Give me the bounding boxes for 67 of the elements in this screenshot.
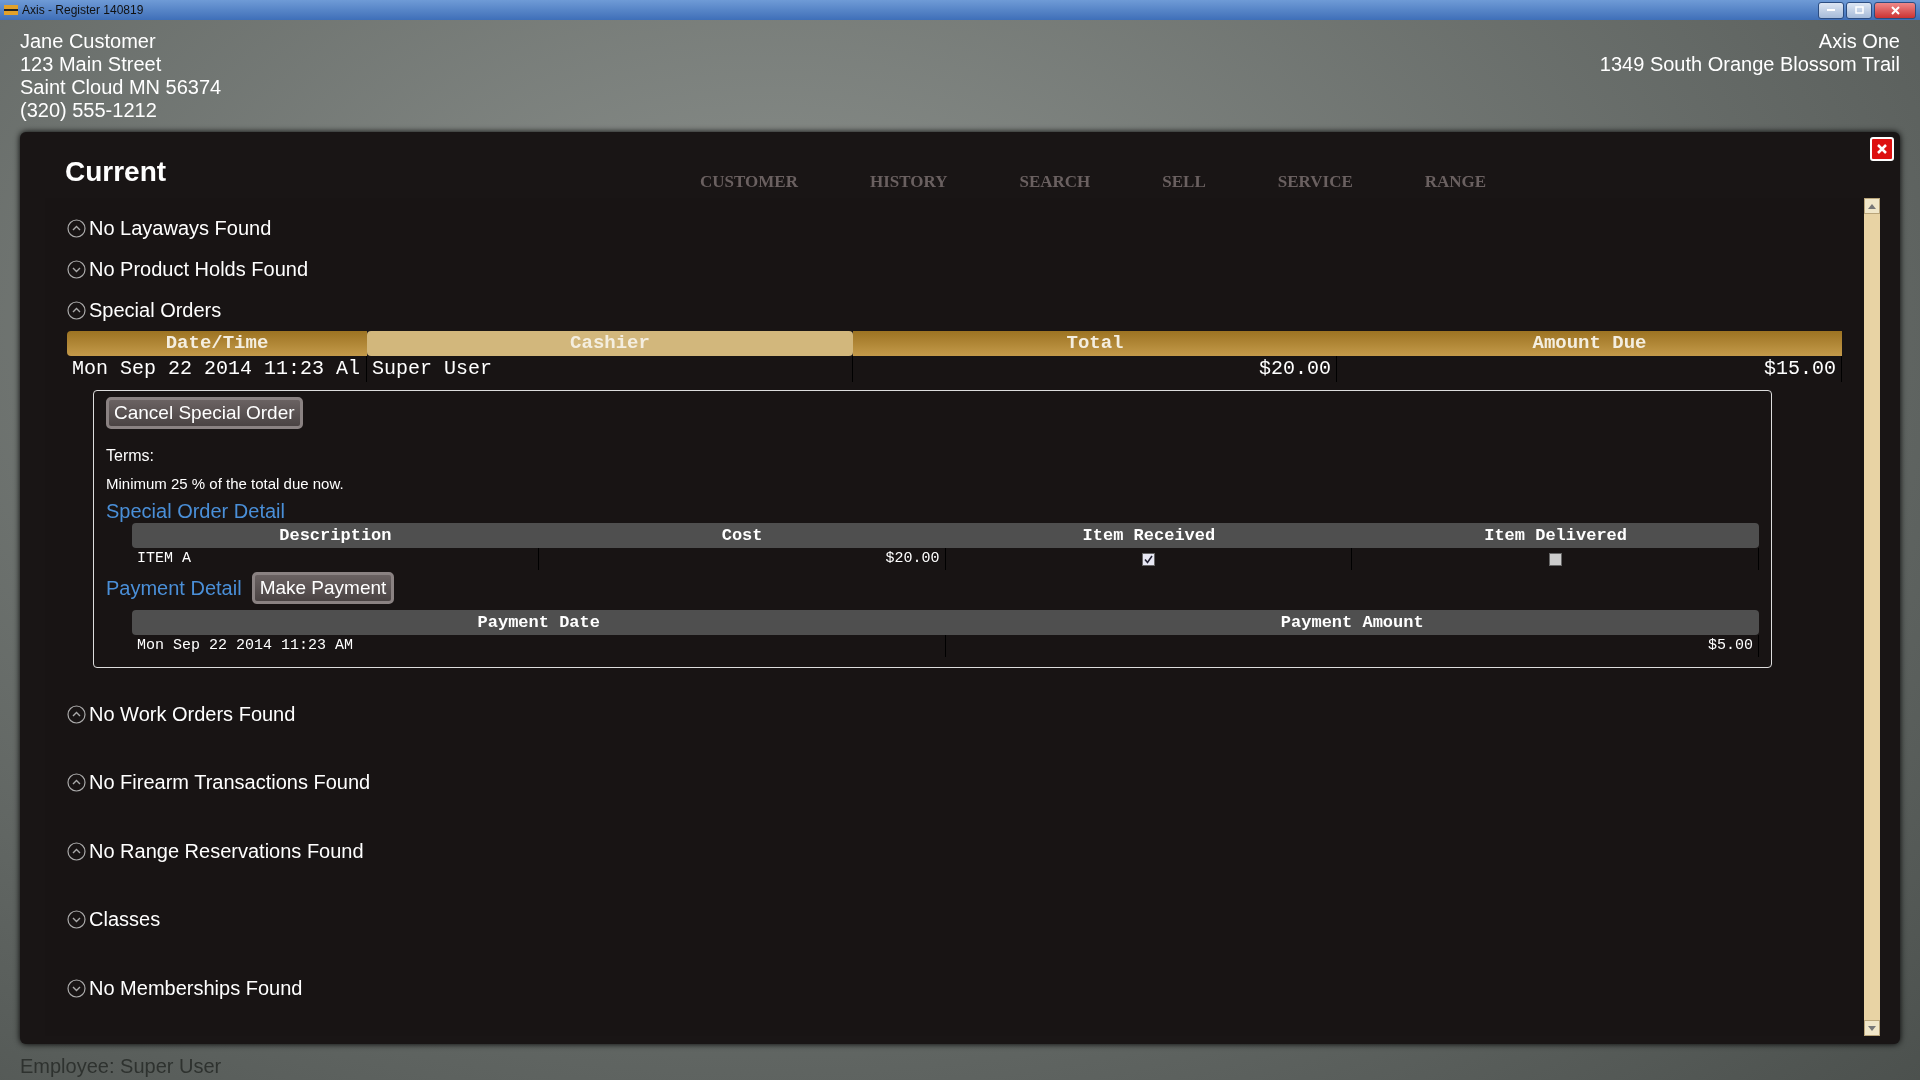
- section-heading: Payment Detail: [106, 576, 242, 600]
- chevron-down-icon[interactable]: [67, 260, 86, 280]
- table-cell: $5.00: [945, 635, 1759, 658]
- section-title: No Range Reservations Found: [89, 839, 364, 863]
- maximize-button[interactable]: [1846, 1, 1872, 19]
- checkbox[interactable]: [1141, 552, 1155, 566]
- close-icon: [1876, 143, 1888, 155]
- column-header[interactable]: Amount Due: [1337, 331, 1842, 357]
- chevron-down-icon[interactable]: [67, 910, 86, 930]
- column-header[interactable]: Date/Time: [67, 331, 367, 357]
- tab-label: HISTORY: [869, 172, 948, 192]
- close-button[interactable]: [1874, 1, 1916, 19]
- customer-detail: (320) 555-1212: [20, 99, 157, 122]
- table-cell: Mon Sep 22 2014 11:23 Al: [67, 356, 367, 383]
- scroll-down-icon[interactable]: [1864, 1020, 1880, 1036]
- customer-name: Jane Customer: [20, 30, 156, 53]
- section-title: No Product Holds Found: [89, 258, 308, 282]
- tab-label: SELL: [1162, 172, 1206, 192]
- maximize-icon: [1854, 6, 1864, 14]
- column-header: Payment Amount: [945, 610, 1759, 636]
- cancel-special-order-button[interactable]: Cancel Special Order: [106, 397, 303, 430]
- minimize-button[interactable]: [1818, 1, 1844, 19]
- section-heading: Special Order Detail: [106, 500, 286, 524]
- window-title: Axis - Register 140819: [22, 3, 144, 17]
- section-title: No Firearm Transactions Found: [89, 771, 371, 795]
- tab-label: SERVICE: [1277, 172, 1353, 192]
- chevron-up-icon[interactable]: [67, 704, 86, 724]
- table-cell: $20.00: [853, 356, 1337, 383]
- section-title: No Memberships Found: [89, 976, 303, 1000]
- chevron-up-icon[interactable]: [67, 219, 86, 239]
- customer-detail: Saint Cloud MN 56374: [20, 76, 222, 99]
- close-icon: [1890, 5, 1900, 15]
- column-header: Item Delivered: [1352, 523, 1759, 549]
- chevron-up-icon[interactable]: [67, 301, 86, 321]
- dialog-title: Current: [65, 158, 167, 186]
- column-header: Payment Date: [132, 610, 946, 636]
- column-header: Description: [132, 523, 539, 549]
- tab-label: RANGE: [1424, 172, 1487, 192]
- tab-label: SEARCH: [1019, 172, 1091, 192]
- table-cell: Super User: [367, 356, 853, 383]
- chevron-up-icon[interactable]: [67, 773, 86, 793]
- column-header[interactable]: Cashier: [367, 331, 853, 357]
- table-cell: $20.00: [538, 548, 946, 571]
- column-header: Item Received: [945, 523, 1353, 549]
- column-header[interactable]: Total: [853, 331, 1337, 357]
- store-address: 1349 South Orange Blossom Trail: [1599, 53, 1900, 76]
- chevron-up-icon[interactable]: [67, 841, 86, 861]
- column-header: Cost: [538, 523, 946, 549]
- table-cell: $15.00: [1337, 356, 1842, 383]
- section-title: No Work Orders Found: [89, 702, 296, 726]
- section-title: Special Orders: [89, 299, 222, 323]
- checkbox[interactable]: [1548, 552, 1562, 566]
- make-payment-button[interactable]: Make Payment: [251, 572, 395, 605]
- table-cell: Mon Sep 22 2014 11:23 AM: [132, 635, 946, 658]
- terms-label: Terms:: [106, 447, 155, 466]
- scroll-up-icon[interactable]: [1864, 198, 1880, 214]
- table-cell: ITEM A: [132, 548, 539, 571]
- section-title: No Layaways Found: [89, 217, 272, 241]
- store-name: Axis One: [1818, 30, 1900, 53]
- scrollbar[interactable]: [1864, 198, 1880, 1036]
- chevron-down-icon[interactable]: [67, 978, 86, 998]
- minimize-icon: [1827, 8, 1835, 12]
- customer-detail: 123 Main Street: [20, 53, 162, 76]
- app-logo-icon: [4, 5, 18, 15]
- section-title: Classes: [89, 908, 161, 932]
- terms-text: Minimum 25 % of the total due now.: [106, 475, 345, 493]
- tab-label: CUSTOMER: [700, 172, 798, 192]
